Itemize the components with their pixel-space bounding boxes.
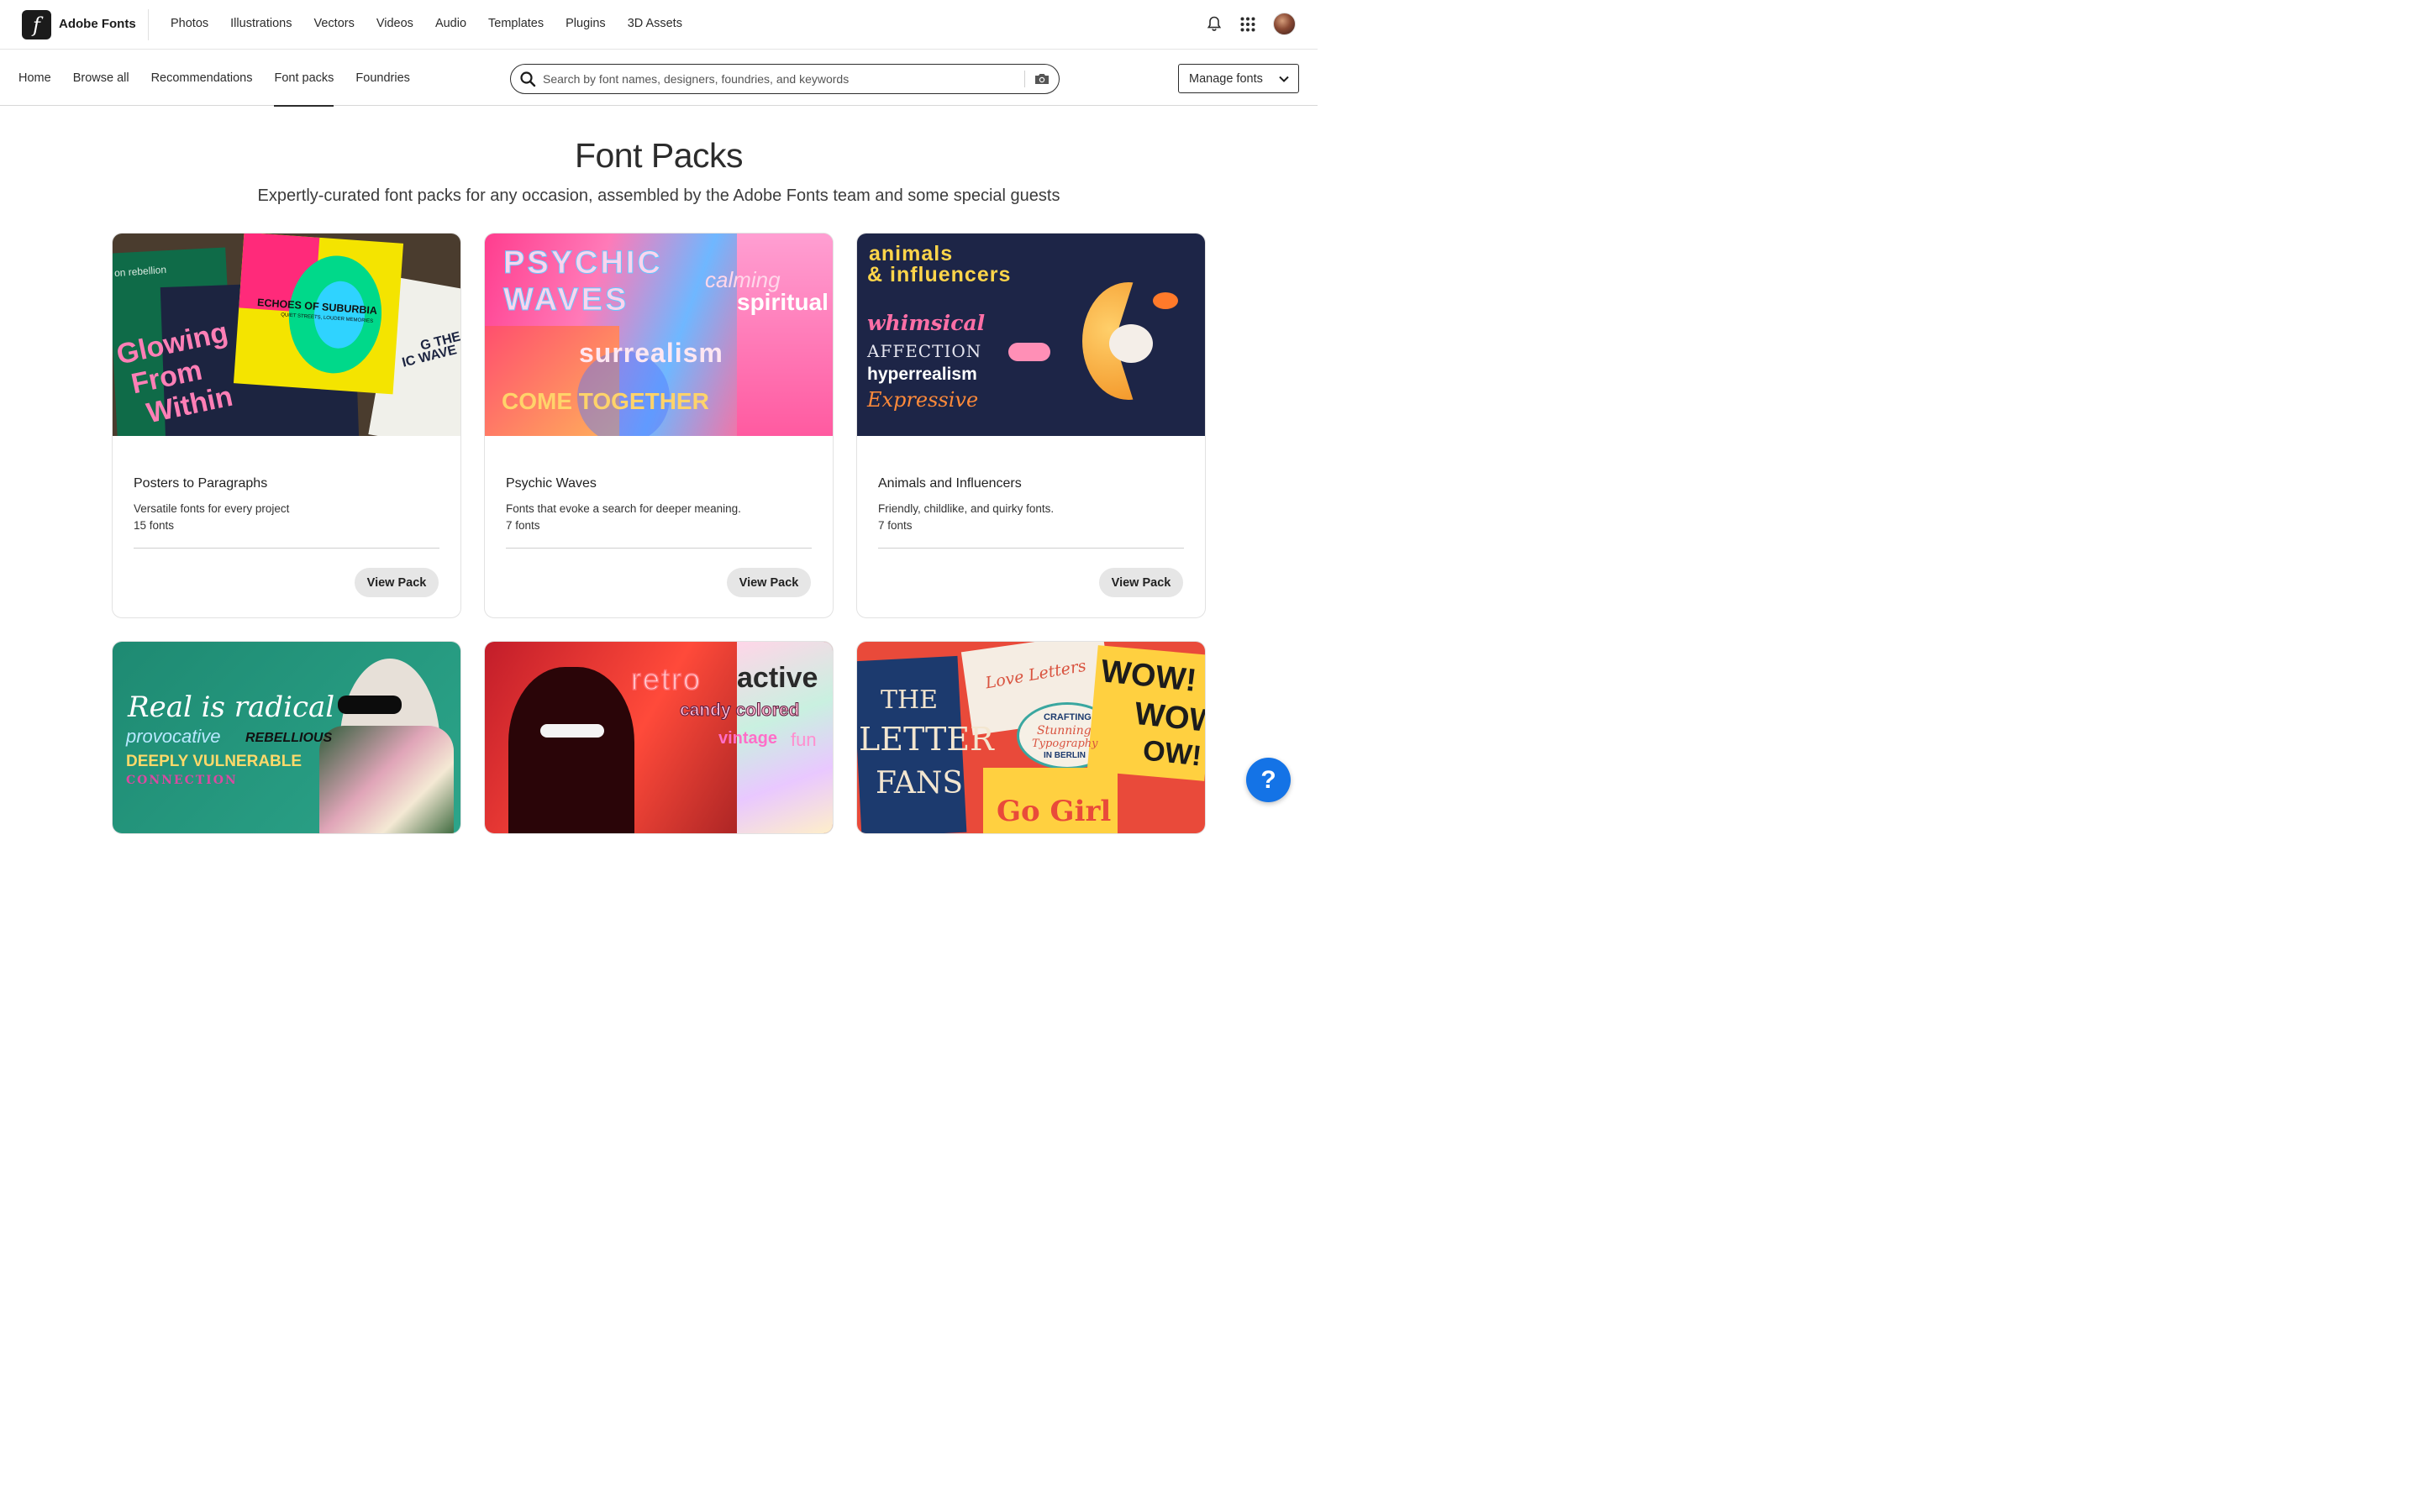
art-text: THE bbox=[881, 685, 939, 715]
pack-name[interactable]: Psychic Waves bbox=[506, 476, 597, 491]
font-pack-card[interactable]: animals & influencers whimsical AFFECTIO… bbox=[856, 233, 1206, 618]
card-artwork: on rebellion Glowing From Within ECHOES … bbox=[113, 234, 460, 436]
search-input[interactable] bbox=[543, 72, 1013, 86]
font-pack-card[interactable]: Real is radical provocative REBELLIOUS D… bbox=[112, 641, 461, 834]
top-menu-videos[interactable]: Videos bbox=[376, 17, 413, 30]
card-artwork: Real is radical provocative REBELLIOUS D… bbox=[113, 642, 460, 833]
art-text: DEEPLY VULNERABLE bbox=[126, 753, 302, 770]
pack-font-count: 7 fonts bbox=[878, 519, 913, 532]
art-text: CRAFTING bbox=[1044, 712, 1092, 722]
art-text: spiritual bbox=[737, 289, 829, 315]
art-text: candy colored bbox=[679, 701, 800, 721]
help-button[interactable]: ? bbox=[1246, 758, 1291, 802]
manage-fonts-dropdown[interactable]: Manage fonts bbox=[1178, 64, 1299, 93]
art-text: surrealism bbox=[579, 338, 723, 368]
art-text: WAVES bbox=[502, 282, 629, 318]
art-text: CONNECTION bbox=[126, 774, 238, 787]
card-divider bbox=[506, 548, 812, 549]
sub-nav-home[interactable]: Home bbox=[18, 50, 51, 106]
art-text: hyperrealism bbox=[867, 365, 977, 384]
art-text: PSYCHIC bbox=[503, 245, 663, 281]
card-artwork: PSYCHIC WAVES calming spiritual surreali… bbox=[485, 234, 833, 436]
font-pack-card[interactable]: PSYCHIC WAVES calming spiritual surreali… bbox=[484, 233, 834, 618]
pack-name[interactable]: Posters to Paragraphs bbox=[134, 476, 267, 491]
art-text: Expressive bbox=[867, 388, 979, 412]
sub-nav-items: Home Browse all Recommendations Font pac… bbox=[18, 50, 432, 107]
pack-font-count: 7 fonts bbox=[506, 519, 540, 532]
page-subtitle: Expertly-curated font packs for any occa… bbox=[257, 186, 1060, 205]
top-menu-3d-assets[interactable]: 3D Assets bbox=[628, 17, 682, 30]
art-text: AFFECTION bbox=[867, 341, 982, 361]
card-divider bbox=[878, 548, 1184, 549]
art-text: OW! bbox=[1141, 734, 1203, 773]
user-avatar[interactable] bbox=[1273, 13, 1296, 35]
art-text: FANS bbox=[876, 766, 964, 801]
sub-nav-recommendations[interactable]: Recommendations bbox=[151, 50, 253, 106]
adobe-fonts-logo[interactable]: f bbox=[22, 10, 51, 39]
top-menu: Photos Illustrations Vectors Videos Audi… bbox=[171, 17, 704, 30]
sub-nav-font-packs[interactable]: Font packs bbox=[274, 50, 334, 107]
art-text: vintage bbox=[718, 729, 778, 748]
card-artwork: retro active candy colored vintage fun bbox=[485, 642, 833, 833]
art-text: fun bbox=[791, 729, 817, 750]
art-text: & influencers bbox=[867, 263, 1012, 286]
brand-divider bbox=[148, 9, 149, 40]
search-icon bbox=[520, 71, 536, 87]
sub-nav-foundries[interactable]: Foundries bbox=[355, 50, 409, 106]
view-pack-button[interactable]: View Pack bbox=[355, 568, 439, 597]
top-menu-templates[interactable]: Templates bbox=[488, 17, 544, 30]
bell-icon[interactable] bbox=[1206, 16, 1223, 33]
top-menu-audio[interactable]: Audio bbox=[435, 17, 466, 30]
pack-font-count: 15 fonts bbox=[134, 519, 175, 532]
top-menu-plugins[interactable]: Plugins bbox=[566, 17, 606, 30]
art-text: Go Girl bbox=[997, 795, 1112, 828]
card-divider bbox=[134, 548, 439, 549]
apps-grid-icon[interactable] bbox=[1239, 16, 1256, 33]
help-icon: ? bbox=[1260, 765, 1276, 794]
card-artwork: THE LETTER FANS Love Letters CRAFTING St… bbox=[857, 642, 1205, 833]
search-divider bbox=[1024, 71, 1025, 87]
sub-nav: Home Browse all Recommendations Font pac… bbox=[0, 50, 1318, 107]
global-nav: f Adobe Fonts Photos Illustrations Vecto… bbox=[0, 0, 1318, 50]
chevron-down-icon bbox=[1279, 76, 1289, 82]
font-pack-card[interactable]: retro active candy colored vintage fun bbox=[484, 641, 834, 834]
font-pack-card[interactable]: THE LETTER FANS Love Letters CRAFTING St… bbox=[856, 641, 1206, 834]
pack-description: Versatile fonts for every project bbox=[134, 502, 290, 515]
art-text: REBELLIOUS bbox=[245, 731, 333, 745]
art-text: Real is radical bbox=[128, 690, 335, 724]
manage-fonts-label: Manage fonts bbox=[1189, 71, 1263, 86]
pack-description: Friendly, childlike, and quirky fonts. bbox=[878, 502, 1055, 515]
pack-name[interactable]: Animals and Influencers bbox=[878, 476, 1022, 491]
art-text: IN BERLIN bbox=[1044, 751, 1086, 760]
page-title: Font Packs bbox=[574, 136, 744, 175]
art-text: provocative bbox=[126, 726, 221, 747]
pack-description: Fonts that evoke a search for deeper mea… bbox=[506, 502, 741, 515]
art-text: whimsical bbox=[867, 311, 986, 335]
card-artwork: animals & influencers whimsical AFFECTIO… bbox=[857, 234, 1205, 436]
art-text: active bbox=[737, 662, 818, 694]
brand-name[interactable]: Adobe Fonts bbox=[59, 17, 136, 31]
camera-icon[interactable] bbox=[1034, 71, 1050, 87]
art-text: COME TOGETHER bbox=[502, 388, 709, 414]
top-menu-photos[interactable]: Photos bbox=[171, 17, 208, 30]
sub-nav-browse-all[interactable]: Browse all bbox=[73, 50, 129, 106]
art-text: retro bbox=[630, 661, 702, 697]
art-text: LETTER bbox=[859, 721, 994, 758]
font-pack-card[interactable]: on rebellion Glowing From Within ECHOES … bbox=[112, 233, 461, 618]
art-text: Stunning bbox=[1037, 724, 1092, 738]
top-icons bbox=[1206, 13, 1296, 35]
view-pack-button[interactable]: View Pack bbox=[727, 568, 811, 597]
art-text: Typography bbox=[1032, 738, 1098, 750]
top-menu-illustrations[interactable]: Illustrations bbox=[230, 17, 292, 30]
search-bar bbox=[510, 64, 1060, 94]
top-menu-vectors[interactable]: Vectors bbox=[314, 17, 355, 30]
view-pack-button[interactable]: View Pack bbox=[1099, 568, 1183, 597]
